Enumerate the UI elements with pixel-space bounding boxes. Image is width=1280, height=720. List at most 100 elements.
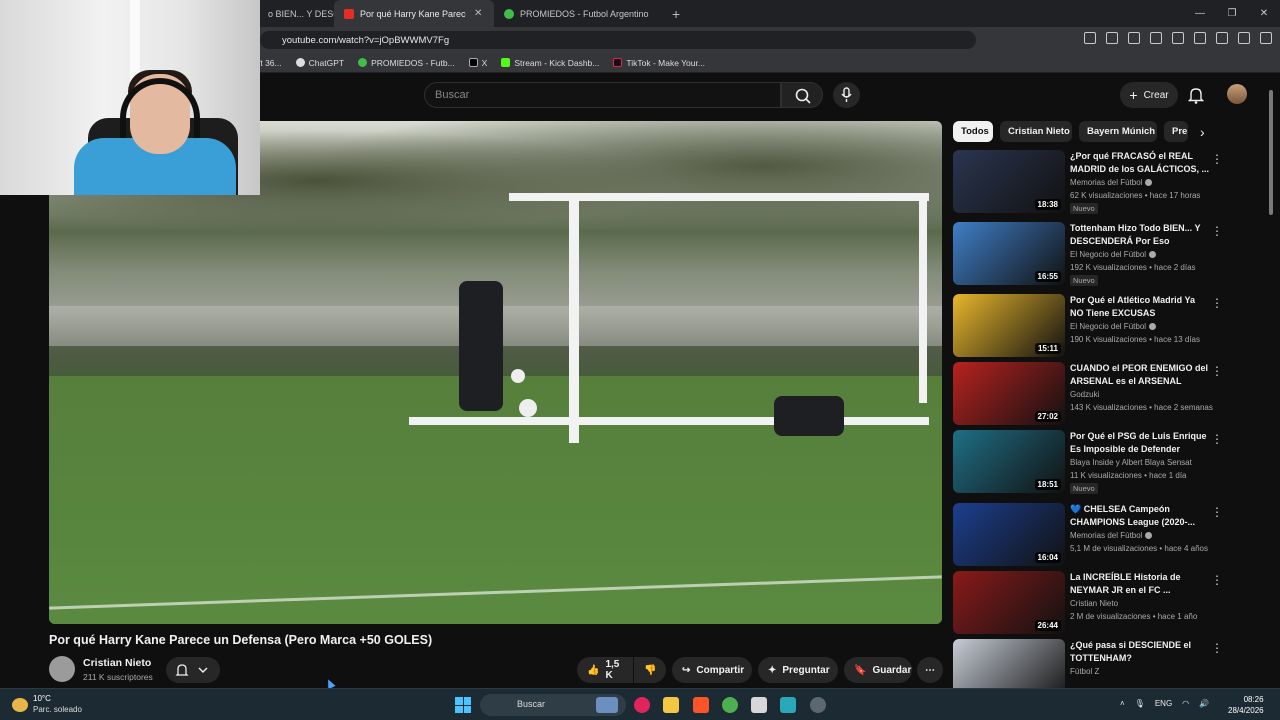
scrollbar-thumb[interactable] xyxy=(1269,90,1273,215)
recommendation-item[interactable]: 16:55 Tottenham Hizo Todo BIEN... Y DESCE… xyxy=(953,222,1228,286)
download-icon[interactable] xyxy=(1128,32,1140,44)
recommendation-title[interactable]: Tottenham Hizo Todo BIEN... Y DESCENDERÁ… xyxy=(1070,222,1210,248)
new-tab-button[interactable]: + xyxy=(672,6,680,22)
weather-temperature[interactable]: 10°C xyxy=(33,694,51,703)
more-options-icon[interactable]: ⋮ xyxy=(1211,296,1223,310)
bookmark-chatgpt[interactable]: ChatGPT xyxy=(295,58,344,68)
bookmark-kick[interactable]: Stream - Kick Dashb... xyxy=(501,58,599,68)
recommendation-title[interactable]: ¿Qué pasa si DESCIENDE el TOTTENHAM? xyxy=(1070,639,1210,665)
sidebar-icon[interactable] xyxy=(1172,32,1184,44)
recommendation-channel[interactable]: El Negocio del Fútbol xyxy=(1070,250,1157,259)
wallet-icon[interactable] xyxy=(1194,32,1206,44)
ai-icon[interactable] xyxy=(1216,32,1228,44)
recommendation-title[interactable]: Por Qué el Atlético Madrid Ya NO Tiene E… xyxy=(1070,294,1210,320)
recommendation-channel[interactable]: Memorias del Fútbol xyxy=(1070,531,1153,540)
recommendation-title[interactable]: ¿Por qué FRACASÓ el REAL MADRID de los G… xyxy=(1070,150,1210,176)
recommendation-item[interactable]: 27:02 CUANDO el PEOR ENEMIGO del ARSENAL … xyxy=(953,362,1228,426)
search-input[interactable]: Buscar xyxy=(424,82,781,108)
video-thumbnail[interactable]: 18:38 xyxy=(953,150,1065,213)
channel-avatar[interactable] xyxy=(49,656,75,682)
more-options-icon[interactable]: ⋮ xyxy=(1211,152,1223,166)
recommendation-channel[interactable]: El Negocio del Fútbol xyxy=(1070,322,1157,331)
video-thumbnail[interactable]: 15:11 xyxy=(953,294,1065,357)
more-options-icon[interactable]: ⋮ xyxy=(1211,364,1223,378)
chip-cristian-nieto[interactable]: Cristian Nieto xyxy=(1000,121,1072,142)
recommendation-title[interactable]: CUANDO el PEOR ENEMIGO del ARSENAL es el… xyxy=(1070,362,1210,388)
app-icon[interactable] xyxy=(751,697,767,713)
minimize-button[interactable]: — xyxy=(1184,0,1216,27)
video-thumbnail[interactable]: 16:04 xyxy=(953,503,1065,566)
chip-pre[interactable]: Pre xyxy=(1164,121,1188,142)
recommendation-title[interactable]: 💙 CHELSEA Campeón CHAMPIONS League (2020… xyxy=(1070,503,1210,529)
voice-search-button[interactable] xyxy=(833,82,860,108)
account-avatar[interactable] xyxy=(1227,84,1247,104)
recommendation-channel[interactable]: Godzuki xyxy=(1070,390,1099,399)
share-button[interactable]: ↪ Compartir xyxy=(672,657,752,683)
tab-harry-kane[interactable]: Por qué Harry Kane Parece un ✕ xyxy=(334,0,494,27)
bookmark-tiktok[interactable]: TikTok - Make Your... xyxy=(613,58,705,68)
save-button[interactable]: 🔖 Guardar xyxy=(844,657,912,683)
recommendation-channel[interactable]: Memorias del Fútbol xyxy=(1070,178,1153,187)
restore-button[interactable]: ❐ xyxy=(1216,0,1248,27)
more-options-icon[interactable]: ⋮ xyxy=(1211,641,1223,655)
chevron-up-icon[interactable]: ˄ xyxy=(1120,699,1125,708)
bookmark[interactable]: ft 36... xyxy=(258,58,282,68)
video-thumbnail[interactable]: 27:02 xyxy=(953,362,1065,425)
close-window-button[interactable]: ✕ xyxy=(1248,0,1280,27)
menu-icon[interactable] xyxy=(1260,32,1272,44)
recommendation-channel[interactable]: Blaya Inside y Albert Blaya Sensat xyxy=(1070,458,1192,467)
music-icon[interactable] xyxy=(1150,32,1162,44)
more-options-icon[interactable]: ⋮ xyxy=(1211,432,1223,446)
windows-start-icon[interactable] xyxy=(455,697,471,713)
weather-sun-icon[interactable] xyxy=(12,698,28,712)
video-player[interactable] xyxy=(49,121,942,624)
recommendation-item[interactable]: 26:44 La INCREÍBLE Historia de NEYMAR JR … xyxy=(953,571,1228,635)
recommendation-item[interactable]: 18:38 ¿Por qué FRACASÓ el REAL MADRID de … xyxy=(953,150,1228,214)
file-explorer-icon[interactable] xyxy=(663,697,679,713)
bookmark-x[interactable]: X xyxy=(468,58,487,68)
extension-icon[interactable] xyxy=(1084,32,1096,44)
recommendation-item[interactable]: 16:04 💙 CHELSEA Campeón CHAMPIONS League … xyxy=(953,503,1228,567)
search-button[interactable] xyxy=(781,82,823,108)
chip-bayern[interactable]: Bayern Múnich xyxy=(1079,121,1157,142)
vpn-icon[interactable] xyxy=(1238,32,1250,44)
tab-promiedos[interactable]: PROMIEDOS - Futbol Argentino - Fút xyxy=(494,0,662,27)
create-button[interactable]: + Crear xyxy=(1120,82,1178,108)
video-thumbnail[interactable]: 18:51 xyxy=(953,430,1065,493)
recommendation-channel[interactable]: Cristian Nieto xyxy=(1070,599,1118,608)
recommendation-item[interactable]: 15:11 Por Qué el Atlético Madrid Ya NO Ti… xyxy=(953,294,1228,358)
chips-next-icon[interactable]: › xyxy=(1200,124,1205,140)
page-scrollbar[interactable] xyxy=(1268,82,1274,682)
media-player-icon[interactable] xyxy=(634,697,650,713)
more-options-icon[interactable]: ⋮ xyxy=(1211,224,1223,238)
app-icon[interactable] xyxy=(780,697,796,713)
language-indicator[interactable]: ENG xyxy=(1155,699,1172,708)
recommendation-item[interactable]: 18:51 Por Qué el PSG de Luis Enrique Es I… xyxy=(953,430,1228,494)
video-thumbnail[interactable]: 16:55 xyxy=(953,222,1065,285)
video-thumbnail[interactable]: 26:44 xyxy=(953,571,1065,634)
recommendation-title[interactable]: La INCREÍBLE Historia de NEYMAR JR en el… xyxy=(1070,571,1210,597)
notifications-bell-icon[interactable] xyxy=(1188,86,1204,104)
url-field[interactable]: youtube.com/watch?v=jOpBWWMV7Fg xyxy=(260,31,976,49)
weather-description[interactable]: Parc. soleado xyxy=(33,705,82,714)
bookmark-promiedos[interactable]: PROMIEDOS - Futb... xyxy=(358,58,455,68)
wifi-icon[interactable]: ◠ xyxy=(1182,699,1189,708)
extension-icon[interactable] xyxy=(1106,32,1118,44)
dislike-button[interactable]: 👎 xyxy=(634,657,666,683)
volume-icon[interactable]: 🔊 xyxy=(1199,699,1209,708)
recommendation-channel[interactable]: Fútbol Z xyxy=(1070,667,1099,676)
ask-button[interactable]: ✦ Preguntar xyxy=(758,657,838,683)
like-button[interactable]: 👍 1,5 K xyxy=(577,657,633,683)
microphone-tray-icon[interactable]: 🎙 xyxy=(1135,699,1145,708)
tab-tottenham[interactable]: o BIEN... Y DESCI xyxy=(258,0,334,27)
chrome-icon[interactable] xyxy=(722,697,738,713)
brave-browser-icon[interactable] xyxy=(693,697,709,713)
more-options-icon[interactable]: ⋮ xyxy=(1211,573,1223,587)
more-actions-button[interactable]: ⋯ xyxy=(917,657,943,683)
subscription-bell-button[interactable] xyxy=(166,657,220,683)
channel-name[interactable]: Cristian Nieto xyxy=(83,657,151,669)
more-options-icon[interactable]: ⋮ xyxy=(1211,505,1223,519)
close-tab-icon[interactable]: ✕ xyxy=(474,8,482,19)
recommendation-title[interactable]: Por Qué el PSG de Luis Enrique Es Imposi… xyxy=(1070,430,1210,456)
clock[interactable]: 08:26 28/4/2026 xyxy=(1228,694,1264,716)
